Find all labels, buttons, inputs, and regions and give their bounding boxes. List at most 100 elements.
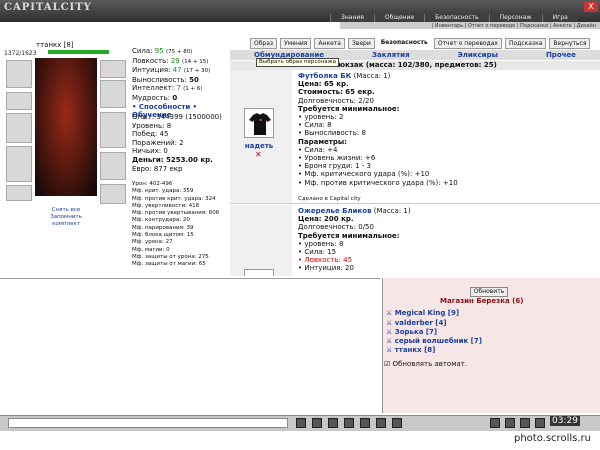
necklace-icon[interactable] <box>244 269 274 276</box>
boots-slot[interactable] <box>100 184 126 204</box>
item-line: • Броня груди: 1 - 3 <box>298 162 372 171</box>
stat-intuition: Интуиция: 47 (17 + 30) <box>132 66 211 75</box>
nav-security[interactable]: Безопасность <box>424 14 489 22</box>
item-line: • Уровень жизни: +6 <box>298 154 376 163</box>
nav-communication[interactable]: Общение <box>373 14 425 22</box>
tab-other[interactable]: Прочее <box>546 50 576 60</box>
bracers-slot[interactable] <box>6 92 32 110</box>
weapon-slot[interactable] <box>6 113 32 143</box>
belt-slot[interactable] <box>6 185 32 201</box>
item-name[interactable]: Футболка БК <box>298 72 351 80</box>
tray-icon[interactable] <box>535 418 545 428</box>
sub-nav[interactable]: | Инвентарь | Отчет о переводе | Подсказ… <box>340 22 600 29</box>
send-icon[interactable] <box>296 418 306 428</box>
legs-slot[interactable] <box>100 152 126 180</box>
return-button[interactable]: Вернуться <box>549 38 591 49</box>
online-user[interactable]: ⚔ Megical King [9] <box>386 309 459 317</box>
smiles-icon[interactable] <box>312 418 322 428</box>
close-icon[interactable]: X <box>584 2 598 12</box>
armor-slot[interactable] <box>6 146 32 182</box>
top-nav: Знания Общение Безопасность Персонаж Игр… <box>330 14 578 22</box>
chat-area[interactable] <box>0 278 380 413</box>
online-user[interactable]: ⚔ серый волшебник [7] <box>386 337 482 345</box>
combat-stat: Мф. магии: 0 <box>132 246 170 253</box>
remember-set-link[interactable]: Запомнить комплект <box>38 214 94 228</box>
item-line: Параметры: <box>298 137 347 146</box>
item-line: • уровень: 2 <box>298 113 344 122</box>
nav-game[interactable]: Игра <box>541 14 578 22</box>
euro-text: Евро: 877 екр <box>132 164 183 173</box>
clear-icon[interactable] <box>328 418 338 428</box>
character-nick: ттанкх [8] <box>36 41 74 49</box>
shield-slot[interactable] <box>100 112 126 148</box>
filter-icon[interactable] <box>344 418 354 428</box>
combat-stat: Урон: 402-496 <box>132 181 173 187</box>
abilities-link[interactable]: • Способности <box>132 103 190 111</box>
combat-stat: Мф. увертливости: 418 <box>132 202 200 209</box>
profile-button[interactable]: Анкета <box>314 38 345 49</box>
item-line: • Сила: 8 <box>298 121 332 130</box>
online-user[interactable]: ⚔ Зорька [7] <box>386 328 437 336</box>
item-icon-cell <box>230 205 292 276</box>
action-buttons: Образ Умения Анкета Звери Безопасность О… <box>250 38 591 49</box>
item-lines: Цена: 200 кр. Долговечность: 0/50 Требуетс… <box>298 215 598 272</box>
refresh-button[interactable]: Обновить <box>470 287 508 297</box>
appearance-button[interactable]: Образ <box>250 38 278 49</box>
combat-stat: Мф. парирования: 39 <box>132 224 194 231</box>
nav-character[interactable]: Персонаж <box>488 14 542 22</box>
music-icon[interactable] <box>376 418 386 428</box>
hint-button[interactable]: Подсказка <box>504 38 547 49</box>
equipment-links: Снять все Запомнить комплект <box>38 207 94 228</box>
combat-stat: Мф. против увертывания: 606 <box>132 210 220 217</box>
character-avatar[interactable] <box>35 58 97 196</box>
list-item: надеть ✕ Футболка БК (Масса: 1) Цена: 65… <box>230 70 600 204</box>
item-line: • Ловкость: 45 <box>298 256 353 265</box>
helmet-slot[interactable] <box>6 60 32 88</box>
equip-link[interactable]: надеть <box>242 142 276 150</box>
skills-button[interactable]: Умения <box>280 38 312 49</box>
tray-icon[interactable] <box>490 418 500 428</box>
item-icon-cell: надеть ✕ <box>230 70 292 203</box>
tab-spells[interactable]: Заклятия <box>372 50 410 60</box>
wins-text: Побед: 45 <box>132 130 169 139</box>
security-button[interactable]: Безопасность <box>378 38 431 49</box>
item-line: • Сила: +4 <box>298 145 338 154</box>
item-line: • уровень: 8 <box>298 239 344 248</box>
exit-icon[interactable] <box>392 418 402 428</box>
item-details: Футболка БК (Масса: 1) Цена: 65 кр. Стоим… <box>298 72 598 203</box>
item-line: • Интуиция: 20 <box>298 264 354 273</box>
combat-stat: Мф. урона: 27 <box>132 239 173 246</box>
item-line: Долговечность: 0/50 <box>298 223 374 232</box>
item-line: • Сила: 15 <box>298 248 337 257</box>
losses-text: Поражений: 2 <box>132 138 184 147</box>
remove-all-link[interactable]: Снять все <box>38 207 94 214</box>
tray-icon[interactable] <box>520 418 530 428</box>
combat-stat: Мф. блока щитом: 15 <box>132 232 194 239</box>
online-user[interactable]: ⚔ ттанкх [8] <box>386 346 435 354</box>
auto-refresh-checkbox[interactable]: ☑ Обновлять автомат. <box>384 360 467 368</box>
item-line: • Мф. против критического удара (%): +10 <box>298 178 458 187</box>
stat-intellect: Интеллект: 7 (1 + 6) <box>132 84 203 93</box>
combat-stat: Мф. защиты от магии: 65 <box>132 261 206 268</box>
tab-elixirs[interactable]: Эликсиры <box>458 50 498 60</box>
online-user[interactable]: ⚔ valderber [4] <box>386 319 447 327</box>
stat-wisdom: Мудрость: 0 <box>132 93 178 102</box>
item-line: Стоимость: 65 екр. <box>298 88 375 97</box>
transfer-report-button[interactable]: Отчет о переводах <box>433 38 502 49</box>
item-line: Цена: 200 кр. <box>298 215 354 224</box>
item-name[interactable]: Ожерелье Бликов <box>298 207 372 215</box>
earring-slot[interactable] <box>100 60 126 78</box>
clock: 03:29 <box>550 416 580 426</box>
item-line: Требуется минимальное: <box>298 231 400 240</box>
delete-icon[interactable]: ✕ <box>255 150 262 159</box>
pets-button[interactable]: Звери <box>347 38 375 49</box>
nav-knowledge[interactable]: Знания <box>330 14 374 22</box>
tshirt-icon[interactable] <box>244 108 274 138</box>
tray-icon[interactable] <box>505 418 515 428</box>
settings-icon[interactable] <box>360 418 370 428</box>
stat-strength: Сила: 95 (75 + 80) <box>132 47 193 55</box>
item-line: Сделано в Capital city <box>298 196 361 203</box>
auto-refresh-label: Обновлять автомат. <box>392 360 468 368</box>
gloves-slot[interactable] <box>100 80 126 108</box>
chat-input[interactable] <box>8 418 288 428</box>
